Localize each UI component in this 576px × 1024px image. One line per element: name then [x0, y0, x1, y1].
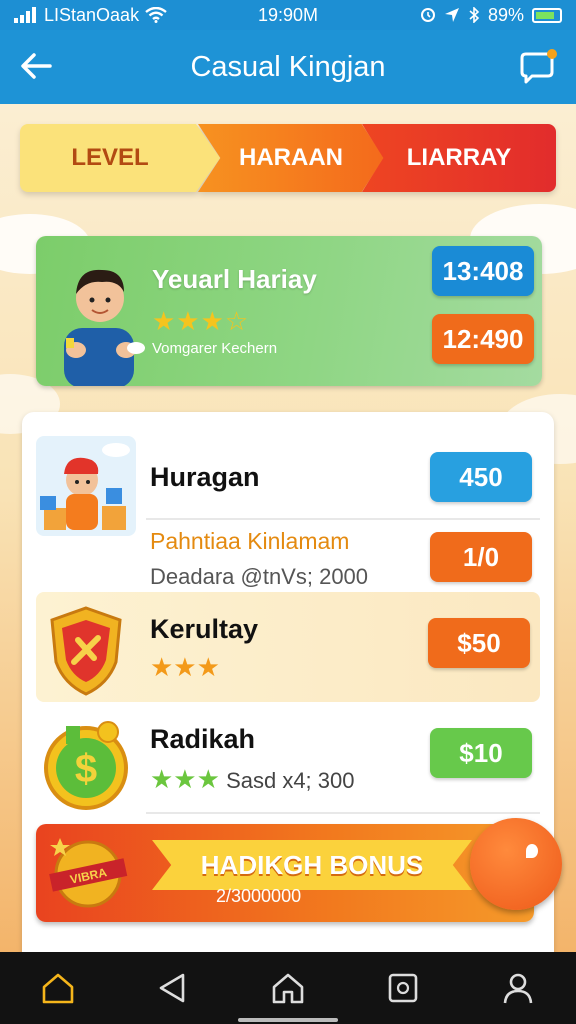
item-value-button[interactable]: $50: [428, 618, 530, 668]
signal-icon: [14, 7, 36, 23]
bonus-badge-icon: VIBRA: [49, 838, 128, 908]
floating-action-button[interactable]: [470, 818, 562, 910]
bluetooth-icon: [469, 7, 480, 23]
tab-level[interactable]: LEVEL: [20, 124, 220, 192]
home-icon: [42, 973, 73, 1004]
item-secondary-button[interactable]: 1/0: [430, 532, 532, 582]
item-detail: Sasd x4; 300: [226, 768, 355, 793]
player-subtitle: Vomgarer Kechern: [152, 340, 278, 357]
page-title: Casual Kingjan: [190, 50, 386, 83]
tab-haraan[interactable]: HARAAN: [198, 124, 384, 192]
user-icon: [504, 973, 533, 1004]
divider: [146, 812, 540, 814]
nav-house-button[interactable]: [260, 960, 316, 1016]
back-button[interactable]: [14, 48, 58, 88]
bonus-banner[interactable]: VIBRA HADIKGH BONUS 2/3000000: [36, 824, 534, 922]
bonus-title: HADIKGH BONUS: [200, 849, 424, 880]
status-time: 19:90M: [257, 4, 319, 25]
player-coins-button[interactable]: 12:490: [432, 314, 534, 364]
item-value-button[interactable]: $10: [430, 728, 532, 778]
home-indicator: [238, 1018, 338, 1022]
wifi-icon: [145, 7, 167, 23]
shield-badge-icon: [50, 606, 122, 696]
battery-percent: 89%: [487, 4, 524, 25]
app-header: Casual Kingjan: [0, 30, 576, 104]
tab-ribbon: LEVEL HARAAN LIARRAY: [20, 124, 556, 192]
item-detail-row: ★★★ Sasd x4; 300: [150, 764, 355, 795]
player-card[interactable]: Yeuarl Hariay ★★★☆ Vomgarer Kechern 13:4…: [36, 236, 542, 386]
bonus-ribbon: HADIKGH BONUS: [152, 840, 472, 890]
player-name: Yeuarl Hariay: [152, 264, 317, 294]
item-value-button[interactable]: 450: [430, 452, 532, 502]
tab-liarray[interactable]: LIARRAY: [362, 124, 556, 192]
divider: [146, 518, 540, 520]
house-icon: [272, 973, 304, 1004]
item-highlight: Pahntiaa Kinlamam: [150, 528, 350, 554]
player-rating: ★★★☆: [152, 306, 249, 337]
item-rating: ★★★: [150, 652, 220, 682]
dollar-coin-icon: $: [44, 721, 128, 810]
battery-icon: [532, 7, 562, 23]
player-score-button[interactable]: 13:408: [432, 246, 534, 296]
item-detail: Deadara @tnVs; 2000: [150, 564, 369, 589]
nav-recent-button[interactable]: [375, 960, 431, 1016]
status-bar: LIStanOaak 19:90M 89%: [0, 0, 576, 30]
svg-text:$: $: [75, 747, 97, 791]
item-name: Huragan: [150, 462, 260, 492]
location-icon: [444, 8, 459, 22]
bonus-subtitle: 2/3000000: [216, 886, 302, 906]
kid-with-blocks-icon: [36, 436, 136, 536]
item-name: Kerultay: [150, 614, 259, 644]
list-item[interactable]: Huragan Pahntiaa Kinlamam Deadara @tnVs;…: [36, 432, 540, 592]
list-item[interactable]: $ Radikah ★★★ Sasd x4; 300 $10: [36, 712, 540, 816]
notification-button[interactable]: [518, 48, 558, 86]
arrow-left-icon: [21, 53, 52, 79]
carrier-label: LIStanOaak: [44, 4, 140, 25]
player-avatar: [64, 269, 145, 386]
rating-stars: ★★★☆: [152, 306, 250, 336]
recent-apps-icon: [388, 973, 418, 1003]
triangle-back-icon: [159, 973, 185, 1003]
bottom-navigation: [0, 952, 576, 1024]
item-name: Radikah: [150, 724, 256, 754]
nav-home-button[interactable]: [30, 960, 86, 1016]
alarm-icon: [420, 8, 435, 22]
chat-notification-icon: [520, 49, 557, 84]
item-rating: ★★★: [150, 764, 220, 794]
nav-profile-button[interactable]: [490, 960, 546, 1016]
nav-back-button[interactable]: [145, 960, 201, 1016]
list-item[interactable]: Kerultay ★★★ $50: [36, 592, 540, 702]
